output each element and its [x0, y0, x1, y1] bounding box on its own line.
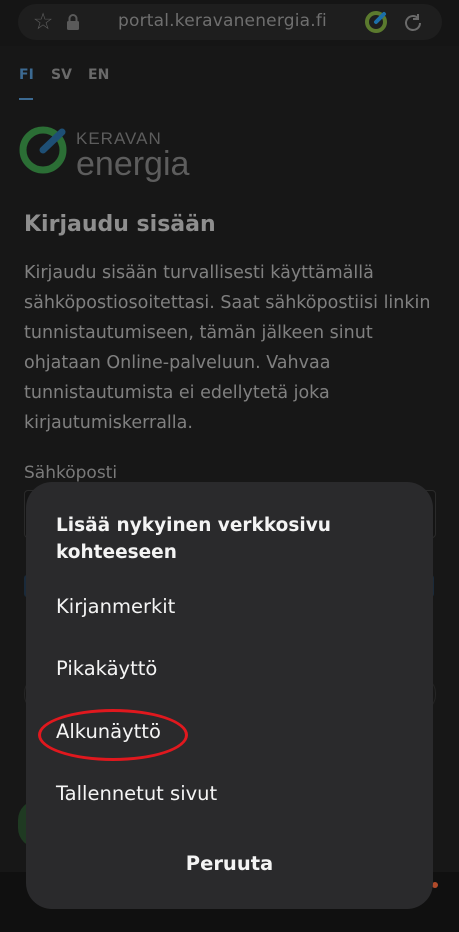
language-en[interactable]: EN	[88, 67, 109, 83]
keravan-energia-logo: KERAVAN energia	[18, 124, 218, 184]
option-saved-pages[interactable]: Tallennetut sivut	[56, 774, 396, 814]
add-page-sheet: Lisää nykyinen verkkosivu kohteeseen Kir…	[26, 482, 433, 909]
email-label: Sähköposti	[24, 463, 118, 483]
reload-icon[interactable]	[398, 8, 428, 38]
language-fi[interactable]: FI	[19, 67, 34, 83]
option-bookmarks[interactable]: Kirjanmerkit	[56, 587, 396, 627]
page-title: Kirjaudu sisään	[24, 212, 216, 237]
extension-icon[interactable]	[362, 8, 390, 36]
svg-text:energia: energia	[76, 145, 190, 183]
sheet-title: Lisää nykyinen verkkosivu kohteeseen	[56, 515, 331, 563]
login-description: Kirjaudu sisään turvallisesti käyttämäll…	[24, 263, 431, 433]
browser-toolbar: ☆ portal.keravanenergia.fi	[0, 0, 459, 46]
active-language-indicator	[19, 98, 33, 100]
lock-icon[interactable]	[63, 12, 83, 32]
option-quick-access[interactable]: Pikakäyttö	[56, 649, 396, 689]
star-icon[interactable]: ☆	[30, 9, 56, 35]
language-sv[interactable]: SV	[51, 67, 72, 83]
option-home-screen[interactable]: Alkunäyttö	[56, 712, 396, 752]
cancel-button[interactable]: Peruuta	[126, 844, 333, 884]
url-text[interactable]: portal.keravanenergia.fi	[110, 11, 335, 31]
